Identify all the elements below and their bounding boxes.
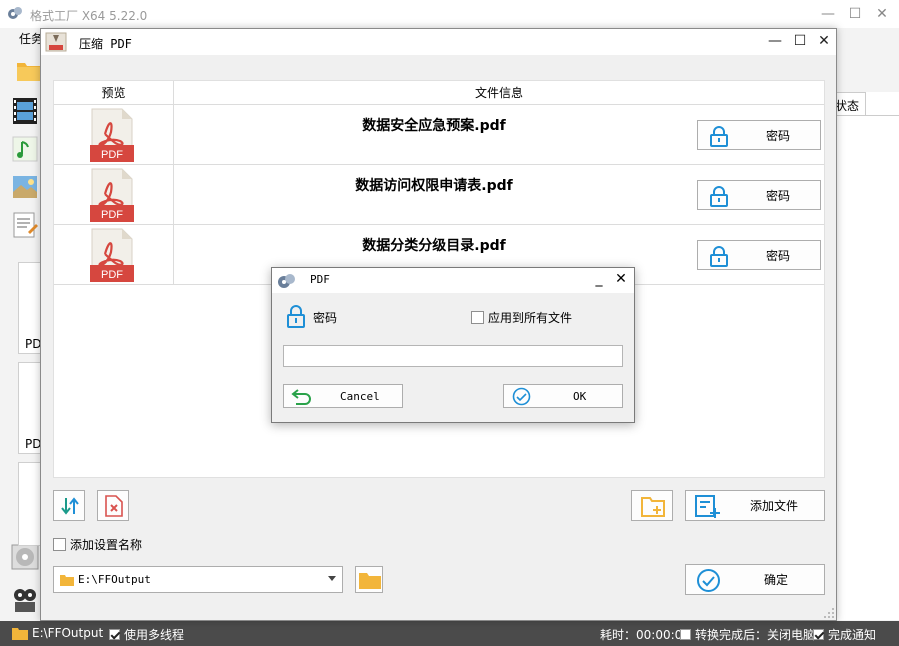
image-category-icon[interactable]	[10, 172, 40, 202]
bg-table-header-status: 状态	[835, 92, 866, 116]
compress-maximize-button[interactable]: ☐	[790, 33, 810, 49]
after-convert-option[interactable]: 转换完成后：关闭电脑	[680, 626, 815, 643]
preview-cell: PDF	[54, 105, 174, 164]
password-input[interactable]	[283, 345, 623, 367]
file-table-header: 预览 文件信息	[54, 81, 824, 105]
undo-arrow-icon	[291, 389, 311, 405]
resize-grip-icon[interactable]	[823, 607, 835, 619]
disc-category-icon[interactable]	[10, 542, 40, 572]
cancel-button[interactable]: Cancel	[283, 384, 403, 408]
side-task-card-label: PD	[25, 437, 42, 451]
pdf-icon-text: PDF	[101, 269, 123, 281]
main-window-title: 格式工厂 X64 5.22.0	[30, 9, 148, 23]
pdf-icon-text: PDF	[101, 209, 123, 221]
preview-cell: PDF	[54, 165, 174, 224]
lock-icon	[710, 246, 728, 267]
password-dialog-title: PDF	[310, 273, 330, 286]
side-task-card[interactable]	[18, 462, 42, 546]
password-dialog-titlebar: PDF _ ✕	[272, 268, 634, 293]
output-folder-select[interactable]: E:\FFOutput	[53, 566, 343, 593]
password-button[interactable]: 密码	[697, 240, 821, 270]
preview-cell: PDF	[54, 225, 174, 284]
check-circle-icon	[512, 387, 531, 406]
audio-category-icon[interactable]	[10, 134, 40, 164]
lock-icon	[287, 305, 305, 328]
add-setting-name-option[interactable]: 添加设置名称	[53, 536, 142, 553]
multithread-checkbox[interactable]	[109, 629, 120, 640]
compress-close-button[interactable]: ✕	[814, 33, 834, 49]
password-button[interactable]: 密码	[697, 180, 821, 210]
chevron-down-icon[interactable]	[328, 576, 336, 581]
password-button[interactable]: 密码	[697, 120, 821, 150]
bg-task-table	[836, 116, 899, 620]
output-folder-value: E:\FFOutput	[78, 573, 151, 586]
pdf-file-icon: PDF	[90, 108, 134, 162]
password-close-button[interactable]: ✕	[612, 271, 630, 287]
document-category-icon[interactable]	[10, 210, 40, 240]
video-category-icon[interactable]	[10, 96, 40, 126]
app-logo-icon	[8, 7, 22, 19]
compress-dialog-title: 压缩 PDF	[79, 37, 132, 51]
password-minimize-button[interactable]: _	[590, 271, 608, 287]
side-task-card-label: PD	[25, 337, 42, 351]
lock-icon	[710, 126, 728, 147]
pdf-file-icon: PDF	[90, 228, 134, 282]
file-name: 数据访问权限申请表.pdf	[355, 178, 513, 194]
sort-arrows-icon	[61, 497, 79, 515]
remove-file-icon	[105, 495, 123, 517]
col-header-preview: 预览	[54, 81, 174, 105]
notify-checkbox[interactable]	[813, 629, 824, 640]
after-convert-checkbox[interactable]	[680, 629, 691, 640]
apply-to-all-checkbox[interactable]	[471, 311, 484, 324]
folder-icon	[60, 575, 74, 586]
add-folder-icon	[641, 497, 665, 517]
add-file-icon	[695, 495, 720, 518]
password-dialog: PDF _ ✕ 密码 应用到所有文件 Cancel OK	[271, 267, 635, 423]
remove-file-button[interactable]	[97, 490, 129, 521]
bg-table-header-bar	[866, 92, 899, 116]
apply-to-all-option[interactable]: 应用到所有文件	[471, 309, 572, 326]
main-titlebar: 格式工厂 X64 5.22.0 — ☐ ✕	[0, 0, 899, 28]
add-file-button[interactable]: 添加文件	[685, 490, 825, 521]
app-logo-icon	[278, 274, 295, 288]
file-name: 数据分类分级目录.pdf	[362, 238, 506, 254]
main-maximize-button[interactable]: ☐	[845, 6, 865, 22]
status-folder-icon[interactable]	[12, 626, 28, 640]
toolbox-category-icon[interactable]	[10, 586, 40, 616]
file-name: 数据安全应急预案.pdf	[362, 118, 506, 134]
elapsed-time: 耗时：00:00:05	[600, 628, 690, 642]
add-setting-name-checkbox[interactable]	[53, 538, 66, 551]
table-row[interactable]: PDF 数据访问权限申请表.pdf 密码	[54, 165, 824, 225]
ok-button[interactable]: OK	[503, 384, 623, 408]
output-folder-icon[interactable]	[16, 58, 42, 82]
check-circle-icon	[697, 569, 720, 592]
status-output-path[interactable]: E:\FFOutput	[32, 626, 103, 640]
notify-option[interactable]: 完成通知	[813, 626, 876, 643]
password-label: 密码	[313, 311, 338, 325]
pdf-file-icon: PDF	[90, 168, 134, 222]
main-close-button[interactable]: ✕	[872, 6, 892, 22]
compress-minimize-button[interactable]: —	[765, 33, 785, 49]
col-header-file-info: 文件信息	[474, 86, 523, 100]
confirm-button[interactable]: 确定	[685, 564, 825, 595]
status-bar: E:\FFOutput 使用多线程 耗时：00:00:05 转换完成后：关闭电脑…	[0, 621, 899, 646]
browse-folder-button[interactable]	[355, 566, 383, 593]
pdf-icon-text: PDF	[101, 149, 123, 161]
add-folder-button[interactable]	[631, 490, 673, 521]
multithread-option[interactable]: 使用多线程	[109, 626, 184, 643]
folder-icon	[359, 573, 381, 589]
lock-icon	[710, 186, 728, 207]
main-minimize-button[interactable]: —	[818, 6, 838, 22]
sort-button[interactable]	[53, 490, 85, 521]
compress-dialog-titlebar: 压缩 PDF — ☐ ✕	[41, 29, 836, 55]
pdf-tool-logo-icon	[45, 32, 67, 52]
table-row[interactable]: PDF 数据安全应急预案.pdf 密码	[54, 105, 824, 165]
